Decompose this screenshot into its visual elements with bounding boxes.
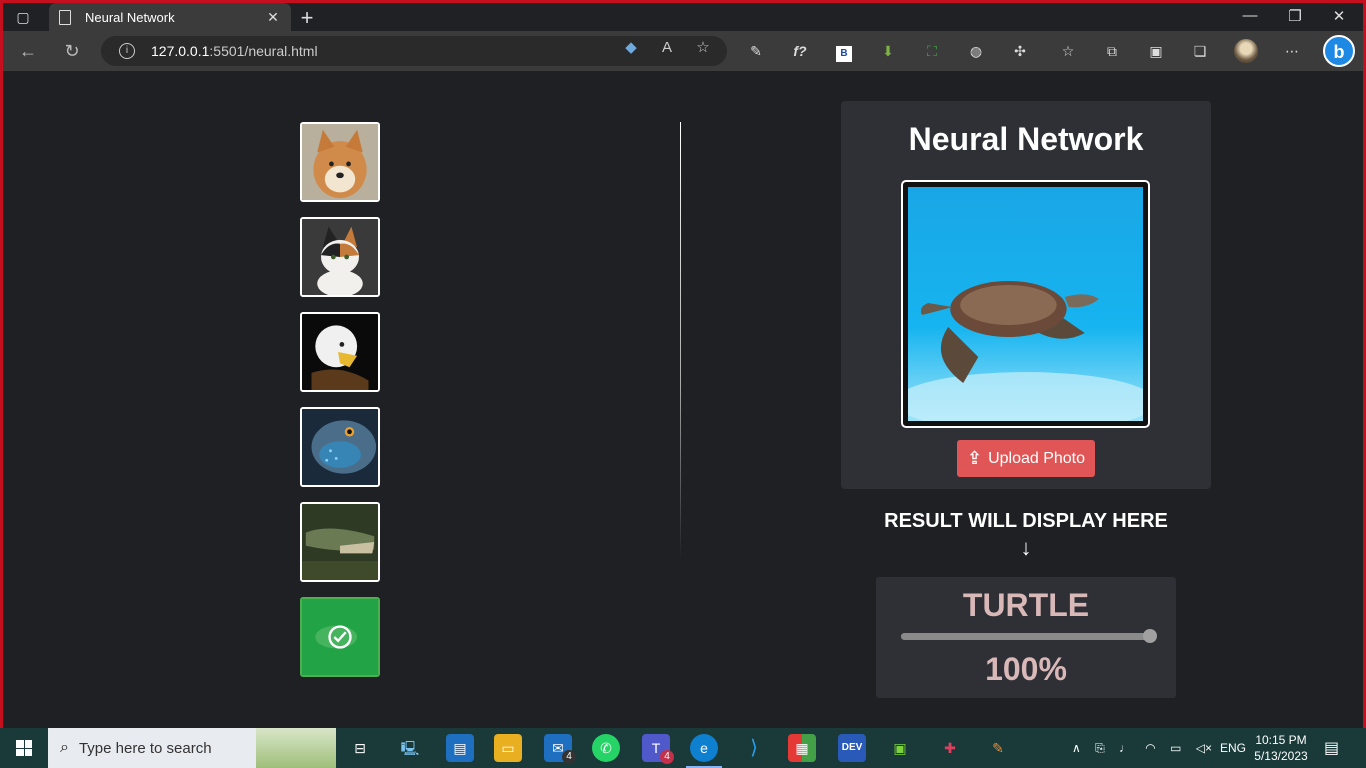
- upload-photo-button[interactable]: ⇪ Upload Photo: [957, 440, 1095, 477]
- tab-bar: ▢ Neural Network ✕ + — ❐ ✕: [3, 3, 1363, 32]
- clock[interactable]: 10:15 PM 5/13/2023: [1248, 732, 1314, 764]
- camera-icon[interactable]: ⎘: [1095, 741, 1105, 756]
- collections-icon[interactable]: ⧉: [1101, 40, 1123, 62]
- wifi-icon[interactable]: ◠: [1145, 741, 1155, 755]
- windows-logo-icon: [16, 740, 32, 756]
- back-icon[interactable]: ←: [15, 39, 41, 63]
- thumbnail-dog[interactable]: [300, 122, 380, 202]
- office-app-icon[interactable]: ▦: [788, 734, 816, 762]
- mail-icon[interactable]: ✉ 4: [544, 734, 576, 764]
- thumbnail-fish[interactable]: [300, 407, 380, 487]
- read-aloud-icon[interactable]: A: [657, 38, 677, 58]
- result-percent: 100%: [985, 651, 1067, 687]
- formula-extension-icon[interactable]: f?: [789, 40, 811, 62]
- terminal-app-icon[interactable]: ▣: [886, 734, 914, 762]
- result-class: TURTLE: [962, 587, 1090, 623]
- profile-avatar[interactable]: [1234, 39, 1258, 63]
- edge-icon[interactable]: e: [690, 734, 718, 762]
- upload-icon: ⇪: [966, 448, 983, 468]
- tab-neural-network[interactable]: Neural Network ✕: [49, 3, 291, 32]
- crocodile-image: [302, 504, 378, 580]
- tab-title: Neural Network: [85, 10, 175, 25]
- refresh-icon[interactable]: ↻: [59, 39, 85, 63]
- taskbar-search[interactable]: ⌕ Type here to search: [48, 728, 336, 768]
- system-tray: ∧ ⎘ ♩ ◠ ▭ ◁×: [1072, 728, 1212, 768]
- uploaded-photo-frame: [901, 180, 1150, 428]
- search-placeholder: Type here to search: [78, 739, 212, 757]
- turtle-photo: [908, 187, 1143, 421]
- favorites-icon[interactable]: ☆: [1057, 40, 1079, 62]
- upload-label: Upload Photo: [988, 449, 1086, 467]
- clock-date: 5/13/2023: [1254, 749, 1308, 763]
- dev-app-icon[interactable]: DEV: [838, 734, 866, 762]
- thumbnail-cat[interactable]: [300, 217, 380, 297]
- whatsapp-icon[interactable]: ✆: [592, 734, 620, 762]
- teams-icon[interactable]: T4: [642, 734, 674, 764]
- restore-icon[interactable]: ❐: [1273, 7, 1317, 25]
- thumbnail-turtle[interactable]: [300, 597, 380, 677]
- confidence-bar-knob: [1143, 629, 1157, 643]
- windows-taskbar: ⌕ Type here to search ⊟ 🖳 ▤ ▭ ✉ 4 ✆ T4 e …: [0, 728, 1366, 768]
- classifier-card: Neural Network ⇪ Upload Photo: [841, 101, 1211, 489]
- close-window-icon[interactable]: ✕: [1317, 7, 1361, 25]
- eagle-image: [302, 314, 378, 390]
- browser-toolbar: ← ↻ i 127.0.0.1:5501/neural.html ◆ A ☆ ✎…: [3, 31, 1363, 71]
- price-tag-icon[interactable]: ◆: [621, 38, 641, 58]
- vscode-icon[interactable]: ⟩: [740, 734, 768, 762]
- microphone-icon[interactable]: ♩: [1119, 741, 1131, 755]
- globe-extension-icon[interactable]: ◍: [965, 40, 987, 62]
- fish-image: [302, 409, 378, 485]
- result-heading: RESULT WILL DISPLAY HERE: [884, 510, 1168, 532]
- search-highlight-image: [256, 728, 336, 768]
- thumbnail-crocodile[interactable]: [300, 502, 380, 582]
- clock-time: 10:15 PM: [1255, 733, 1307, 747]
- battery-icon[interactable]: ▭: [1170, 741, 1181, 755]
- confidence-bar: [901, 629, 1157, 643]
- tab-actions-icon[interactable]: ▢: [13, 8, 33, 26]
- vertical-divider: [680, 122, 681, 559]
- news-app-icon[interactable]: ▤: [446, 734, 474, 762]
- download-extension-icon[interactable]: ⬇: [877, 40, 899, 62]
- teams-badge: 4: [660, 750, 674, 764]
- thumbnail-eagle[interactable]: [300, 312, 380, 392]
- search-icon: ⌕: [60, 739, 69, 756]
- mail-badge: 4: [562, 750, 576, 764]
- screenshot-extension-icon[interactable]: ⛶: [921, 40, 943, 62]
- dog-image: [302, 124, 378, 200]
- computer-icon[interactable]: 🖳: [396, 734, 424, 762]
- bing-chat-icon[interactable]: b: [1323, 35, 1355, 67]
- address-url: 127.0.0.1:5501/neural.html: [151, 43, 318, 59]
- media-app-icon[interactable]: ✚: [936, 734, 964, 762]
- task-view-icon[interactable]: ⊟: [346, 734, 374, 762]
- more-options-icon[interactable]: ⋯: [1281, 40, 1303, 62]
- page-title: Neural Network: [908, 121, 1144, 157]
- pen-extension-icon[interactable]: ✎: [745, 40, 767, 62]
- page-content: Neural Network ⇪ Upload Photo RESULT WIL…: [3, 71, 1363, 728]
- turtle-thumbnail-image: [302, 599, 378, 675]
- site-info-icon[interactable]: i: [119, 43, 135, 59]
- language-indicator[interactable]: ENG: [1220, 728, 1246, 768]
- minimize-icon[interactable]: —: [1228, 7, 1272, 24]
- math-solver-icon[interactable]: ▣: [1145, 40, 1167, 62]
- notifications-icon[interactable]: ▤: [1324, 728, 1339, 768]
- file-explorer-icon[interactable]: ▭: [494, 734, 522, 762]
- volume-muted-icon[interactable]: ◁×: [1196, 741, 1212, 755]
- paint-app-icon[interactable]: ✎: [984, 734, 1012, 762]
- start-button[interactable]: [0, 728, 48, 768]
- arrow-down-icon: ↓: [1020, 535, 1032, 560]
- extensions-icon[interactable]: ✣: [1009, 40, 1031, 62]
- tab-manager-icon[interactable]: ❏: [1189, 40, 1211, 62]
- new-tab-icon[interactable]: +: [295, 5, 319, 31]
- confidence-bar-fill: [901, 629, 1157, 643]
- add-favorite-icon[interactable]: ☆: [693, 38, 713, 58]
- bold-extension-icon[interactable]: B: [833, 40, 855, 62]
- chevron-up-icon[interactable]: ∧: [1072, 741, 1081, 755]
- result-card: TURTLE 100%: [876, 577, 1176, 698]
- page-icon: [59, 10, 71, 25]
- cat-image: [302, 219, 378, 295]
- tab-close-icon[interactable]: ✕: [265, 9, 281, 26]
